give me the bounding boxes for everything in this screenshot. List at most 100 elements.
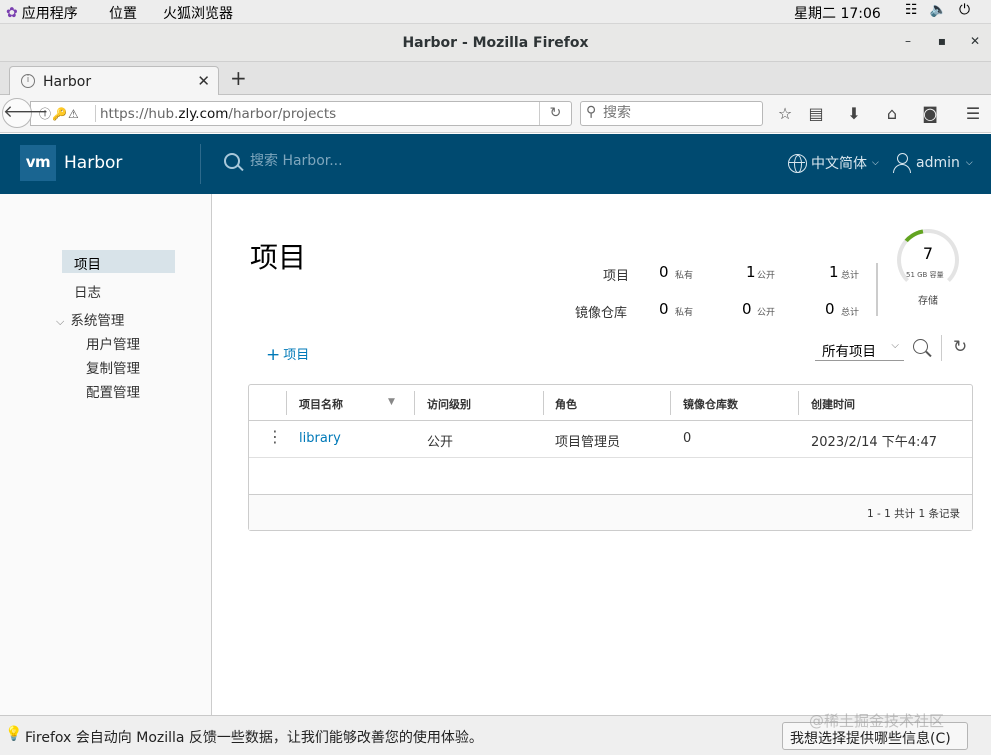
system-tray[interactable]: ☷ 🔈 ⏻ xyxy=(905,2,970,18)
search-icon: ⚲ xyxy=(586,104,597,120)
home-icon[interactable]: ⌂ xyxy=(882,104,902,123)
applications-label: 应用程序 xyxy=(21,6,78,22)
refresh-icon[interactable]: ↻ xyxy=(953,337,967,357)
user-dropdown[interactable]: admin ⌵ xyxy=(893,153,973,173)
sidebar-group-admin[interactable]: ⌵ 系统管理 xyxy=(56,309,124,329)
browser-tab[interactable]: i Harbor ✕ xyxy=(9,66,219,96)
harbor-header: vm Harbor 中文简体 ⌵ admin ⌵ xyxy=(0,134,991,194)
stat-repos-label: 镜像仓库 xyxy=(575,306,628,321)
url-bar[interactable]: ⓘ🔑⚠ https://hub.zly.com/harbor/projects … xyxy=(30,101,572,126)
storage-capacity: 51 GB 容量 xyxy=(906,271,944,279)
column-header-access[interactable]: 访问级别 xyxy=(427,396,471,412)
storage-value: 7 xyxy=(922,244,934,263)
hamburger-menu-icon[interactable]: ☰ xyxy=(963,104,983,123)
toolbar-divider xyxy=(941,335,942,361)
repo-count-cell: 0 xyxy=(683,431,692,446)
access-level-cell: 公开 xyxy=(427,435,454,450)
places-menu[interactable]: 位置 xyxy=(109,3,137,23)
reload-icon[interactable]: ↻ xyxy=(539,102,571,125)
gnome-top-bar: ✿ 应用程序 位置 火狐浏览器 星期二 17:06 ☷ 🔈 ⏻ xyxy=(0,0,991,24)
minimize-button[interactable]: – xyxy=(900,34,916,48)
search-icon xyxy=(224,153,240,169)
global-search-input[interactable] xyxy=(250,153,400,169)
browser-search-input[interactable] xyxy=(603,105,753,121)
column-separator xyxy=(543,391,544,415)
sidebar: 项目 日志 ⌵ 系统管理 用户管理 复制管理 配置管理 xyxy=(0,194,212,715)
add-project-label: 项目 xyxy=(283,348,310,363)
header-divider xyxy=(200,144,201,184)
filter-icon[interactable]: ▼ xyxy=(388,397,395,407)
stat-total-label: 总计 xyxy=(841,271,860,281)
new-tab-button[interactable]: + xyxy=(230,66,247,90)
created-time-cell: 2023/2/14 下午4:47 xyxy=(811,435,937,450)
pocket-icon[interactable]: ◙ xyxy=(920,104,940,123)
user-icon xyxy=(893,153,911,173)
globe-icon xyxy=(788,153,807,173)
row-actions-icon[interactable]: ⋮ xyxy=(267,427,283,446)
pagination-summary: 1 - 1 共计 1 条记录 xyxy=(866,508,960,520)
stat-private-label: 私有 xyxy=(675,271,694,281)
stats-divider xyxy=(876,263,878,316)
column-header-name[interactable]: 项目名称 xyxy=(299,396,343,412)
bookmark-star-icon[interactable]: ☆ xyxy=(775,104,795,123)
stat-repos-total: 0 xyxy=(825,300,835,318)
sidebar-item-projects[interactable]: 项目 xyxy=(62,250,175,273)
downloads-icon[interactable]: ⬇ xyxy=(844,104,864,123)
search-icon[interactable] xyxy=(913,339,928,354)
volume-icon[interactable]: 🔈 xyxy=(930,2,947,18)
global-search[interactable] xyxy=(224,153,400,169)
sidebar-item-users[interactable]: 用户管理 xyxy=(86,333,140,353)
project-name-link[interactable]: library xyxy=(299,431,341,446)
stat-projects-label: 项目 xyxy=(603,269,630,284)
stat-projects-private: 0 xyxy=(659,263,669,281)
tab-label: Harbor xyxy=(43,74,92,90)
stat-total-label: 总计 xyxy=(841,308,860,318)
add-project-button[interactable]: + 项目 xyxy=(266,344,309,365)
vmware-logo[interactable]: vm xyxy=(20,145,56,181)
sidebar-item-config[interactable]: 配置管理 xyxy=(86,381,140,401)
chevron-down-icon: ⌵ xyxy=(56,315,65,328)
window-title: Harbor - Mozilla Firefox xyxy=(402,35,589,51)
username: admin xyxy=(916,155,960,171)
column-header-created[interactable]: 创建时间 xyxy=(811,396,855,412)
stat-projects-total: 1 xyxy=(829,263,839,281)
firefox-app-menu[interactable]: 火狐浏览器 xyxy=(163,3,233,23)
power-icon[interactable]: ⏻ xyxy=(959,2,970,18)
brand-name[interactable]: Harbor xyxy=(64,153,122,173)
filter-select-value: 所有项目 xyxy=(822,344,876,360)
stat-repos-public: 0 xyxy=(742,300,752,318)
page-title: 项目 xyxy=(250,241,307,274)
stat-public-label: 公开 xyxy=(757,308,776,318)
applications-menu[interactable]: ✿ 应用程序 xyxy=(6,3,78,23)
close-window-button[interactable]: ✕ xyxy=(967,34,983,48)
column-header-role[interactable]: 角色 xyxy=(555,396,577,412)
back-button[interactable]: 🡐 xyxy=(2,98,49,128)
chevron-down-icon: ⌵ xyxy=(965,158,973,168)
projects-datagrid: 项目名称 ▼ 访问级别 角色 镜像仓库数 创建时间 ⋮ library 公开 项… xyxy=(248,384,973,531)
project-filter-select[interactable]: 所有项目 ⌵ xyxy=(815,337,904,361)
column-separator xyxy=(286,391,287,415)
lightbulb-icon: 💡 xyxy=(5,726,23,742)
url-text[interactable]: https://hub.zly.com/harbor/projects xyxy=(100,106,336,122)
sidebar-item-replication[interactable]: 复制管理 xyxy=(86,357,140,377)
stat-private-label: 私有 xyxy=(675,308,694,318)
globe-favicon-icon: i xyxy=(21,74,35,88)
datagrid-footer: 1 - 1 共计 1 条记录 xyxy=(249,494,972,530)
stat-repos-private: 0 xyxy=(659,300,669,318)
reading-list-icon[interactable]: ▤ xyxy=(806,104,826,123)
watermark: @稀土掘金技术社区 xyxy=(809,712,945,730)
table-row[interactable]: ⋮ library 公开 项目管理员 0 2023/2/14 下午4:47 xyxy=(249,421,972,458)
applications-icon: ✿ xyxy=(6,5,18,21)
language-dropdown[interactable]: 中文简体 ⌵ xyxy=(788,153,879,173)
maximize-button[interactable]: ▪ xyxy=(934,34,950,48)
stat-public-label: 公开 xyxy=(757,271,776,281)
storage-caption: 存储 xyxy=(918,296,938,307)
column-separator xyxy=(798,391,799,415)
clock[interactable]: 星期二 17:06 xyxy=(794,3,881,23)
sidebar-item-logs[interactable]: 日志 xyxy=(74,281,101,301)
column-header-repos[interactable]: 镜像仓库数 xyxy=(683,396,738,412)
browser-search-box[interactable]: ⚲ xyxy=(580,101,763,126)
network-icon[interactable]: ☷ xyxy=(905,2,918,18)
chevron-down-icon: ⌵ xyxy=(891,340,899,351)
close-tab-icon[interactable]: ✕ xyxy=(197,72,210,90)
